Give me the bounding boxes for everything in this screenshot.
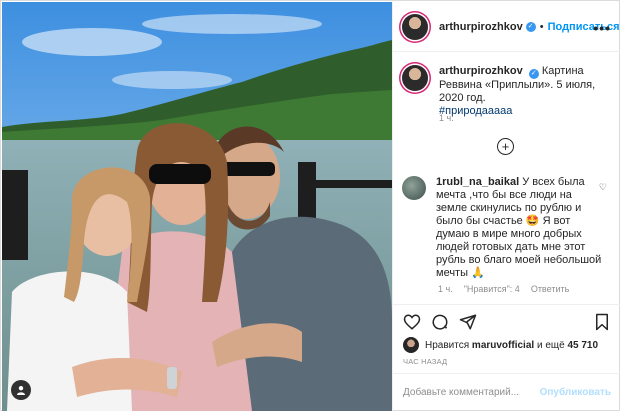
liker-avatar[interactable]	[403, 337, 419, 353]
author-username[interactable]: arthurpirozhkov	[439, 21, 523, 33]
liker-username[interactable]: maruvofficial	[472, 340, 534, 351]
likes-middle: и ещё	[536, 339, 565, 351]
comment-timestamp[interactable]: 1 ч.	[438, 284, 453, 294]
commenter-avatar[interactable]	[402, 176, 426, 200]
heart-icon[interactable]: ♡	[599, 182, 607, 193]
comment-input-bar: Опубликовать	[393, 373, 620, 411]
caption-timestamp[interactable]: 1 ч.	[439, 113, 454, 123]
bookmark-icon[interactable]	[593, 313, 611, 331]
comment-text-block: 1rubl_na_baikal У всех была мечта ,что б…	[436, 176, 604, 280]
verified-icon: ✓	[525, 21, 536, 32]
comment-icon[interactable]	[431, 313, 449, 331]
author-avatar[interactable]	[402, 13, 428, 40]
post-timestamp[interactable]: ЧАС НАЗАД	[403, 357, 447, 366]
comment-input[interactable]	[403, 387, 540, 398]
post-caption: arthurpirozhkov ✓ Картина Реввина «Припл…	[402, 65, 614, 118]
plus-circle-icon[interactable]: +	[497, 138, 514, 155]
user-tag-icon[interactable]	[11, 380, 31, 400]
caption-username[interactable]: arthurpirozhkov	[439, 65, 523, 77]
comment-item: 1rubl_na_baikal У всех была мечта ,что б…	[402, 176, 614, 280]
publish-button[interactable]: Опубликовать	[540, 387, 611, 398]
comment-reply-button[interactable]: Ответить	[531, 284, 569, 294]
post-photo[interactable]	[2, 2, 392, 411]
caption-author-avatar[interactable]	[402, 65, 428, 91]
instagram-post: arthurpirozhkov ✓ • Подписаться ••• arth…	[0, 0, 620, 411]
separator-dot: •	[539, 20, 544, 33]
caption-hashtag[interactable]: #природааааа	[439, 105, 607, 118]
comment-username[interactable]: 1rubl_na_baikal	[436, 176, 519, 188]
photo-scene	[2, 2, 392, 411]
likes-prefix: Нравится	[425, 339, 470, 351]
post-actions-bar	[393, 304, 620, 338]
caption-text-block: arthurpirozhkov ✓ Картина Реввина «Припл…	[439, 65, 607, 118]
verified-icon: ✓	[528, 69, 539, 79]
comment-likes-count[interactable]: "Нравится": 4	[464, 284, 520, 294]
post-header: arthurpirozhkov ✓ • Подписаться •••	[393, 2, 620, 52]
heart-icon[interactable]	[403, 313, 421, 331]
post-side-panel: arthurpirozhkov ✓ • Подписаться ••• arth…	[392, 2, 620, 411]
likes-summary: Нравится maruvofficial и ещё 45 710	[403, 337, 598, 353]
likes-count[interactable]: 45 710	[567, 340, 598, 351]
comment-meta: 1 ч. "Нравится": 4 Ответить	[438, 284, 569, 294]
more-horizontal-icon[interactable]: •••	[593, 20, 611, 36]
share-icon[interactable]	[459, 313, 477, 331]
comment-text: У всех была мечта ,что бы все люди на зе…	[436, 176, 602, 279]
